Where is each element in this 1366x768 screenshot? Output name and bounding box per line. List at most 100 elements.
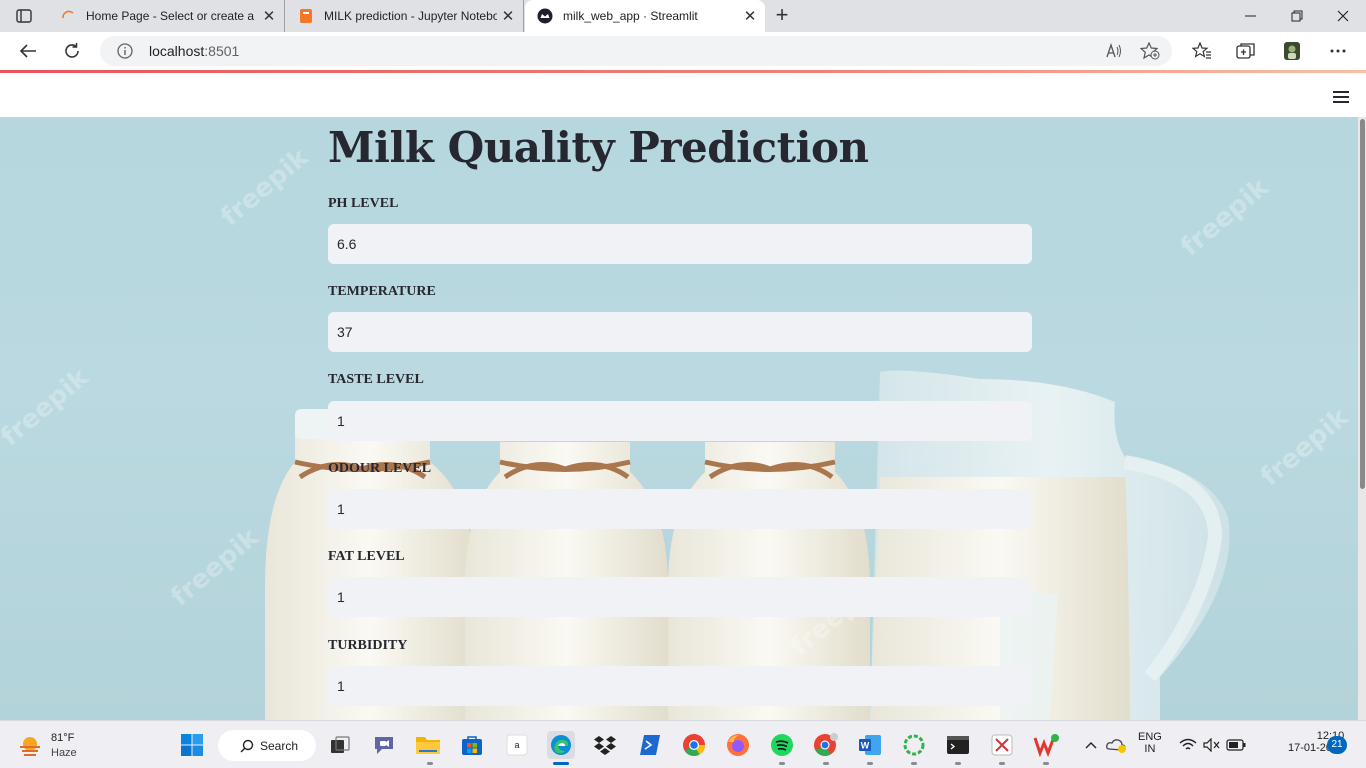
more-options-icon[interactable] <box>1324 37 1352 65</box>
powershell-icon[interactable] <box>636 731 664 759</box>
svg-text:freepik: freepik <box>215 142 315 232</box>
chrome-dev-icon[interactable] <box>812 731 840 759</box>
page-title: Milk Quality Prediction <box>328 123 869 172</box>
show-hidden-icons-chevron-icon[interactable] <box>1080 731 1102 759</box>
hamburger-menu-icon[interactable] <box>1333 90 1351 104</box>
word-icon[interactable]: W <box>856 731 884 759</box>
speaker-muted-icon[interactable] <box>1200 731 1224 759</box>
scrollbar-thumb[interactable] <box>1360 119 1365 489</box>
site-info-icon[interactable] <box>116 42 134 60</box>
search-icon <box>240 739 254 753</box>
app-main: freepik freepik freepik freepik freepik … <box>0 117 1366 720</box>
svg-text:freepik: freepik <box>1175 172 1275 262</box>
snipping-tool-icon[interactable] <box>988 731 1016 759</box>
tab-actions-icon[interactable] <box>10 6 38 26</box>
wps-office-icon[interactable] <box>1032 731 1060 759</box>
url-text: localhost:8501 <box>149 43 239 59</box>
firefox-icon[interactable] <box>724 731 752 759</box>
odour-level-input[interactable] <box>328 489 1032 529</box>
spotify-icon[interactable] <box>768 731 796 759</box>
windows-start-icon[interactable] <box>178 731 206 759</box>
taste-level-label: TASTE LEVEL <box>328 372 424 387</box>
wifi-icon[interactable] <box>1176 731 1200 759</box>
jupyter-book-icon <box>298 8 314 24</box>
minimize-icon[interactable] <box>1228 0 1274 32</box>
terminal-icon[interactable] <box>944 731 972 759</box>
weather-widget[interactable]: 81°F Haze <box>18 730 138 762</box>
chrome-icon[interactable] <box>680 731 708 759</box>
odour-level-label: ODOUR LEVEL <box>328 461 432 476</box>
svg-text:a: a <box>514 740 519 750</box>
running-indicator <box>1043 762 1049 765</box>
teams-meet-icon[interactable] <box>370 731 398 759</box>
region-code: IN <box>1144 743 1156 755</box>
tab-title: MILK prediction - Jupyter Notebo <box>324 9 497 23</box>
task-view-icon[interactable] <box>326 731 354 759</box>
battery-icon[interactable] <box>1224 731 1248 759</box>
running-indicator <box>867 762 873 765</box>
temperature-input[interactable] <box>328 312 1032 352</box>
running-indicator <box>911 762 917 765</box>
microsoft-store-icon[interactable] <box>458 731 486 759</box>
add-favorite-icon[interactable] <box>1136 37 1164 65</box>
streamlit-header <box>0 73 1366 117</box>
read-aloud-icon[interactable] <box>1100 37 1128 65</box>
back-arrow-icon[interactable] <box>14 37 42 65</box>
temperature-label: TEMPERATURE <box>328 284 436 299</box>
tab-strip: Home Page - Select or create a n ✕ MILK … <box>0 0 1366 32</box>
running-indicator <box>955 762 961 765</box>
weather-temperature: 81°F <box>51 732 75 744</box>
jupyter-spinner-icon <box>60 8 76 24</box>
collections-icon[interactable] <box>1232 37 1260 65</box>
restore-icon[interactable] <box>1274 0 1320 32</box>
svg-text:freepik: freepik <box>165 522 265 612</box>
active-app-indicator <box>553 762 569 765</box>
search-label: Search <box>260 738 299 753</box>
ph-level-label: PH LEVEL <box>328 196 399 211</box>
svg-text:W: W <box>861 741 870 751</box>
notification-badge[interactable]: 21 <box>1327 736 1347 754</box>
svg-text:freepik: freepik <box>0 362 95 452</box>
onedrive-warning-icon[interactable] <box>1104 731 1128 759</box>
tab-title: Home Page - Select or create a n <box>86 9 258 23</box>
new-tab-button[interactable]: + <box>770 4 794 28</box>
close-window-icon[interactable] <box>1320 0 1366 32</box>
file-explorer-icon[interactable] <box>414 731 442 759</box>
running-indicator <box>779 762 785 765</box>
refresh-icon[interactable] <box>58 37 86 65</box>
windows-taskbar: 81°F Haze Search a W ENG IN 12:10 17-01-… <box>0 720 1366 768</box>
browser-toolbar: localhost:8501 <box>0 32 1366 70</box>
fat-level-label: FAT LEVEL <box>328 549 405 564</box>
url-host: localhost <box>149 43 205 59</box>
address-bar[interactable]: localhost:8501 <box>100 36 1172 66</box>
edge-icon[interactable] <box>547 731 575 759</box>
amazon-icon[interactable]: a <box>503 731 531 759</box>
running-indicator <box>823 762 829 765</box>
tab-close-icon[interactable]: ✕ <box>258 5 280 27</box>
language-indicator[interactable]: ENG IN <box>1138 731 1162 755</box>
profile-avatar[interactable] <box>1278 37 1306 65</box>
turbidity-input[interactable] <box>328 666 1032 706</box>
taskbar-search[interactable]: Search <box>218 730 316 761</box>
svg-text:freepik: freepik <box>1255 402 1355 492</box>
running-indicator <box>999 762 1005 765</box>
fat-level-input[interactable] <box>328 577 1032 617</box>
tab-title: milk_web_app · Streamlit <box>563 9 698 23</box>
tab-home-page[interactable]: Home Page - Select or create a n ✕ <box>48 0 285 32</box>
tab-close-icon[interactable]: ✕ <box>739 5 761 27</box>
spinner-app-icon[interactable] <box>900 731 928 759</box>
ph-level-input[interactable] <box>328 224 1032 264</box>
haze-weather-icon <box>18 734 42 758</box>
tab-streamlit[interactable]: milk_web_app · Streamlit ✕ <box>525 0 765 32</box>
weather-condition: Haze <box>51 747 77 759</box>
tab-close-icon[interactable]: ✕ <box>497 5 519 27</box>
language-code: ENG <box>1138 731 1162 743</box>
favorites-icon[interactable] <box>1188 37 1216 65</box>
dropbox-icon[interactable] <box>591 731 619 759</box>
streamlit-crown-icon <box>537 8 553 24</box>
url-port: :8501 <box>204 43 240 59</box>
tab-milk-prediction[interactable]: MILK prediction - Jupyter Notebo ✕ <box>286 0 524 32</box>
taste-level-input[interactable] <box>328 401 1032 441</box>
running-indicator <box>427 762 433 765</box>
turbidity-label: TURBIDITY <box>328 638 408 653</box>
